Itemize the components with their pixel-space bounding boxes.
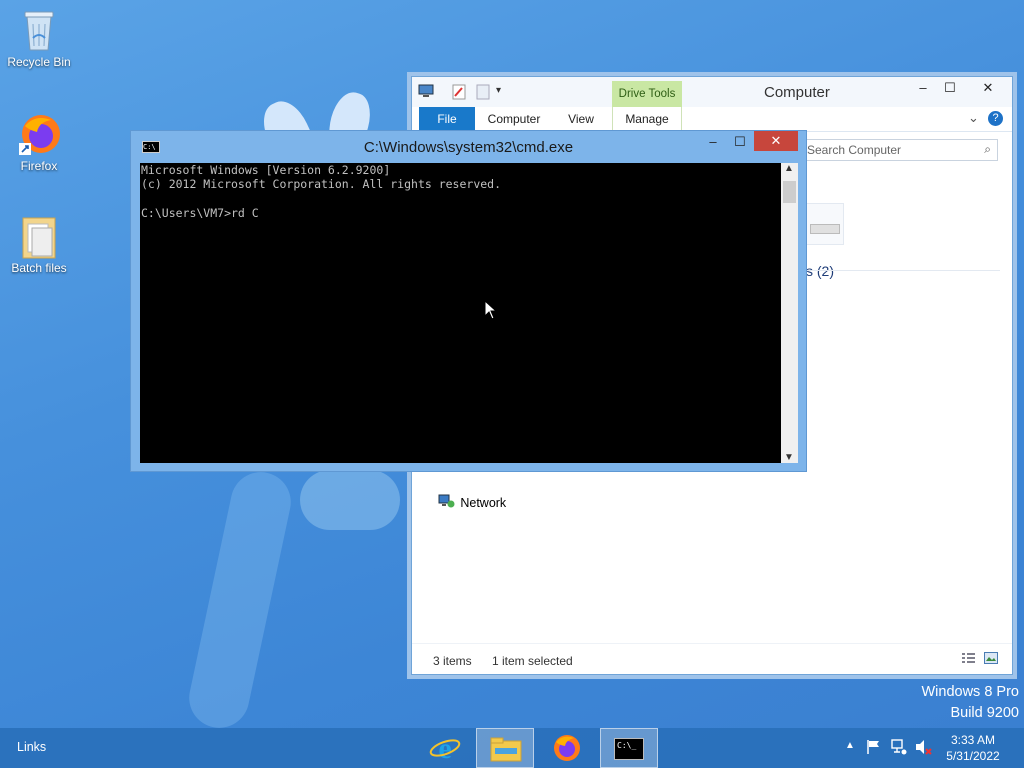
drive-capacity-bar bbox=[810, 224, 840, 234]
clock-date: 5/31/2022 bbox=[946, 749, 1000, 763]
wallpaper-flower-leaf bbox=[300, 470, 400, 530]
status-item-count: 3 items bbox=[433, 654, 472, 668]
ribbon-expand-icon[interactable]: ⌄ bbox=[968, 110, 979, 126]
desktop-icon-label: Recycle Bin bbox=[7, 55, 71, 69]
clock-time: 3:33 AM bbox=[950, 733, 996, 747]
tab-computer[interactable]: Computer bbox=[482, 107, 546, 131]
command-prompt-icon: C:\_ bbox=[614, 738, 644, 760]
search-placeholder: Search Computer bbox=[807, 143, 902, 157]
svg-text:e: e bbox=[438, 733, 451, 763]
windows-edition-watermark: Windows 8 Pro Build 9200 bbox=[921, 684, 1019, 721]
taskbar-cmd[interactable]: C:\_ bbox=[600, 728, 658, 768]
links-toolbar[interactable]: Links bbox=[17, 740, 46, 754]
scroll-up-arrow-icon[interactable]: ▲ bbox=[784, 163, 794, 174]
console-line: Microsoft Windows [Version 6.2.9200] bbox=[141, 163, 391, 177]
cmd-maximize-button[interactable]: ☐ bbox=[725, 131, 755, 153]
taskbar-firefox[interactable] bbox=[538, 728, 596, 768]
new-folder-icon[interactable] bbox=[476, 84, 490, 103]
computer-icon bbox=[418, 84, 434, 101]
explorer-titlebar: ▾ Drive Tools Computer – ☐ ✕ bbox=[412, 77, 1012, 107]
cmd-close-button[interactable]: ✕ bbox=[754, 131, 798, 151]
section-divider bbox=[806, 270, 1000, 271]
taskbar: Links e C:\_ ▲ 3:33 AM 5/31/2022 bbox=[0, 728, 1024, 768]
details-view-icon[interactable] bbox=[961, 652, 976, 667]
desktop-icon-firefox[interactable]: Firefox bbox=[1, 112, 77, 173]
help-icon[interactable]: ? bbox=[988, 111, 1003, 126]
scroll-thumb[interactable] bbox=[783, 181, 796, 203]
maximize-button[interactable]: ☐ bbox=[935, 77, 965, 99]
properties-icon[interactable] bbox=[452, 84, 466, 103]
desktop-icon-batch-files[interactable]: Batch files bbox=[1, 214, 77, 275]
action-center-flag-icon[interactable] bbox=[866, 739, 881, 758]
tab-view[interactable]: View bbox=[558, 107, 604, 131]
folder-icon bbox=[19, 214, 59, 259]
console-line: (c) 2012 Microsoft Corporation. All righ… bbox=[141, 177, 502, 192]
mouse-cursor-icon bbox=[484, 299, 498, 323]
volume-muted-icon[interactable] bbox=[915, 739, 933, 758]
recycle-bin-icon bbox=[19, 8, 59, 52]
network-item[interactable]: Network bbox=[438, 494, 506, 512]
console-prompt-line: C:\Users\VM7>rd C bbox=[141, 205, 259, 220]
explorer-title: Computer bbox=[764, 84, 830, 101]
console-scrollbar[interactable]: ▲ ▼ bbox=[781, 163, 798, 463]
customize-toolbar-dropdown-icon[interactable]: ▾ bbox=[496, 85, 501, 96]
watermark-build: Build 9200 bbox=[950, 705, 1019, 721]
drive-item[interactable] bbox=[806, 203, 844, 245]
scroll-down-arrow-icon[interactable]: ▼ bbox=[784, 452, 794, 463]
drive-tools-contextual-tab: Drive Tools bbox=[612, 81, 682, 107]
ribbon-tabs: File Computer View Manage ⌄ ? bbox=[412, 107, 1012, 132]
desktop-icon-recycle-bin[interactable]: Recycle Bin bbox=[1, 8, 77, 69]
console-line bbox=[140, 192, 781, 206]
minimize-button[interactable]: – bbox=[908, 77, 938, 99]
taskbar-file-explorer[interactable] bbox=[476, 728, 534, 768]
tab-file[interactable]: File bbox=[419, 107, 475, 131]
watermark-edition: Windows 8 Pro bbox=[921, 684, 1019, 700]
status-selection: 1 item selected bbox=[492, 654, 573, 668]
network-label: Network bbox=[460, 496, 507, 510]
firefox-icon bbox=[552, 733, 582, 766]
close-button[interactable]: ✕ bbox=[971, 77, 1005, 99]
cmd-minimize-button[interactable]: – bbox=[698, 131, 728, 153]
wallpaper-flower-stem bbox=[183, 466, 297, 734]
search-icon[interactable]: ⌕ bbox=[984, 142, 991, 157]
desktop-icon-label: Firefox bbox=[20, 159, 58, 173]
search-input[interactable]: Search Computer ⌕ bbox=[800, 139, 998, 161]
firefox-icon bbox=[19, 112, 60, 156]
show-hidden-icons-icon[interactable]: ▲ bbox=[845, 740, 855, 751]
console-output[interactable]: Microsoft Windows [Version 6.2.9200] (c)… bbox=[140, 163, 781, 463]
tab-manage[interactable]: Manage bbox=[612, 107, 682, 131]
system-clock[interactable]: 3:33 AM 5/31/2022 bbox=[940, 732, 1006, 764]
cmd-titlebar[interactable]: C:\ C:\Windows\system32\cmd.exe – ☐ ✕ bbox=[131, 131, 806, 161]
internet-explorer-icon: e bbox=[429, 732, 461, 766]
network-icon bbox=[438, 494, 455, 512]
large-icons-view-icon[interactable] bbox=[984, 652, 998, 667]
section-header: Devices and drives (2) bbox=[804, 263, 834, 279]
network-tray-icon[interactable] bbox=[891, 739, 907, 758]
status-bar: 3 items 1 item selected bbox=[412, 643, 1012, 674]
file-explorer-icon bbox=[490, 736, 522, 765]
cmd-window: C:\ C:\Windows\system32\cmd.exe – ☐ ✕ Mi… bbox=[130, 130, 807, 472]
taskbar-internet-explorer[interactable]: e bbox=[416, 728, 474, 768]
desktop-icon-label: Batch files bbox=[11, 261, 67, 275]
